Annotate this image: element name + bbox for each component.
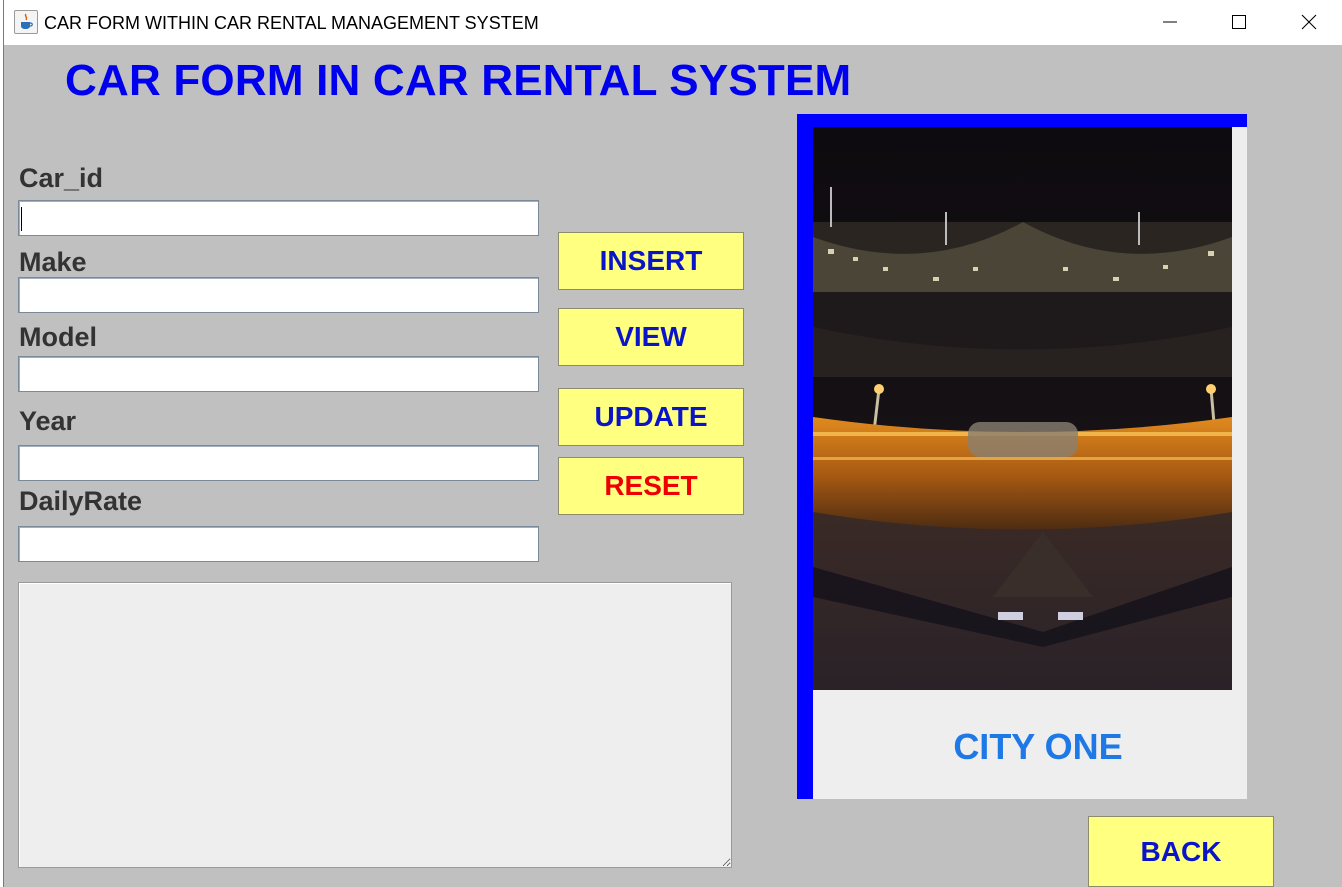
- maximize-button[interactable]: [1204, 0, 1274, 45]
- year-label: Year: [19, 406, 77, 436]
- daily-rate-label: DailyRate: [19, 486, 143, 516]
- back-button[interactable]: BACK: [1088, 816, 1274, 887]
- window-title: CAR FORM WITHIN CAR RENTAL MANAGEMENT SY…: [44, 13, 539, 33]
- daily-rate-input[interactable]: [18, 526, 539, 562]
- year-input[interactable]: [18, 445, 539, 481]
- view-button[interactable]: VIEW: [558, 308, 744, 366]
- make-input[interactable]: [18, 277, 539, 313]
- app-window: CAR FORM WITHIN CAR RENTAL MANAGEMENT SY…: [3, 0, 1342, 887]
- car-id-label: Car_id: [19, 163, 104, 193]
- minimize-icon: [1163, 21, 1177, 23]
- night-city-photo: [813, 127, 1232, 690]
- panel-border-left: [797, 114, 813, 799]
- insert-button[interactable]: INSERT: [558, 232, 744, 290]
- model-input[interactable]: [18, 356, 539, 392]
- update-button[interactable]: UPDATE: [558, 388, 744, 446]
- page-heading: CAR FORM IN CAR RENTAL SYSTEM: [65, 56, 852, 105]
- model-label: Model: [19, 322, 97, 352]
- make-label: Make: [19, 247, 87, 277]
- maximize-icon: [1232, 15, 1246, 29]
- minimize-button[interactable]: [1135, 0, 1205, 45]
- output-text-area[interactable]: [18, 582, 732, 868]
- image-caption: CITY ONE: [953, 726, 1123, 767]
- java-cup-icon: [14, 10, 38, 34]
- title-bar[interactable]: CAR FORM WITHIN CAR RENTAL MANAGEMENT SY…: [4, 0, 1342, 45]
- panel-border-top: [797, 114, 1247, 127]
- reset-button[interactable]: RESET: [558, 457, 744, 515]
- close-button[interactable]: [1274, 0, 1342, 45]
- text-caret: [21, 207, 22, 231]
- car-id-input[interactable]: [18, 200, 539, 236]
- close-icon: [1301, 14, 1317, 30]
